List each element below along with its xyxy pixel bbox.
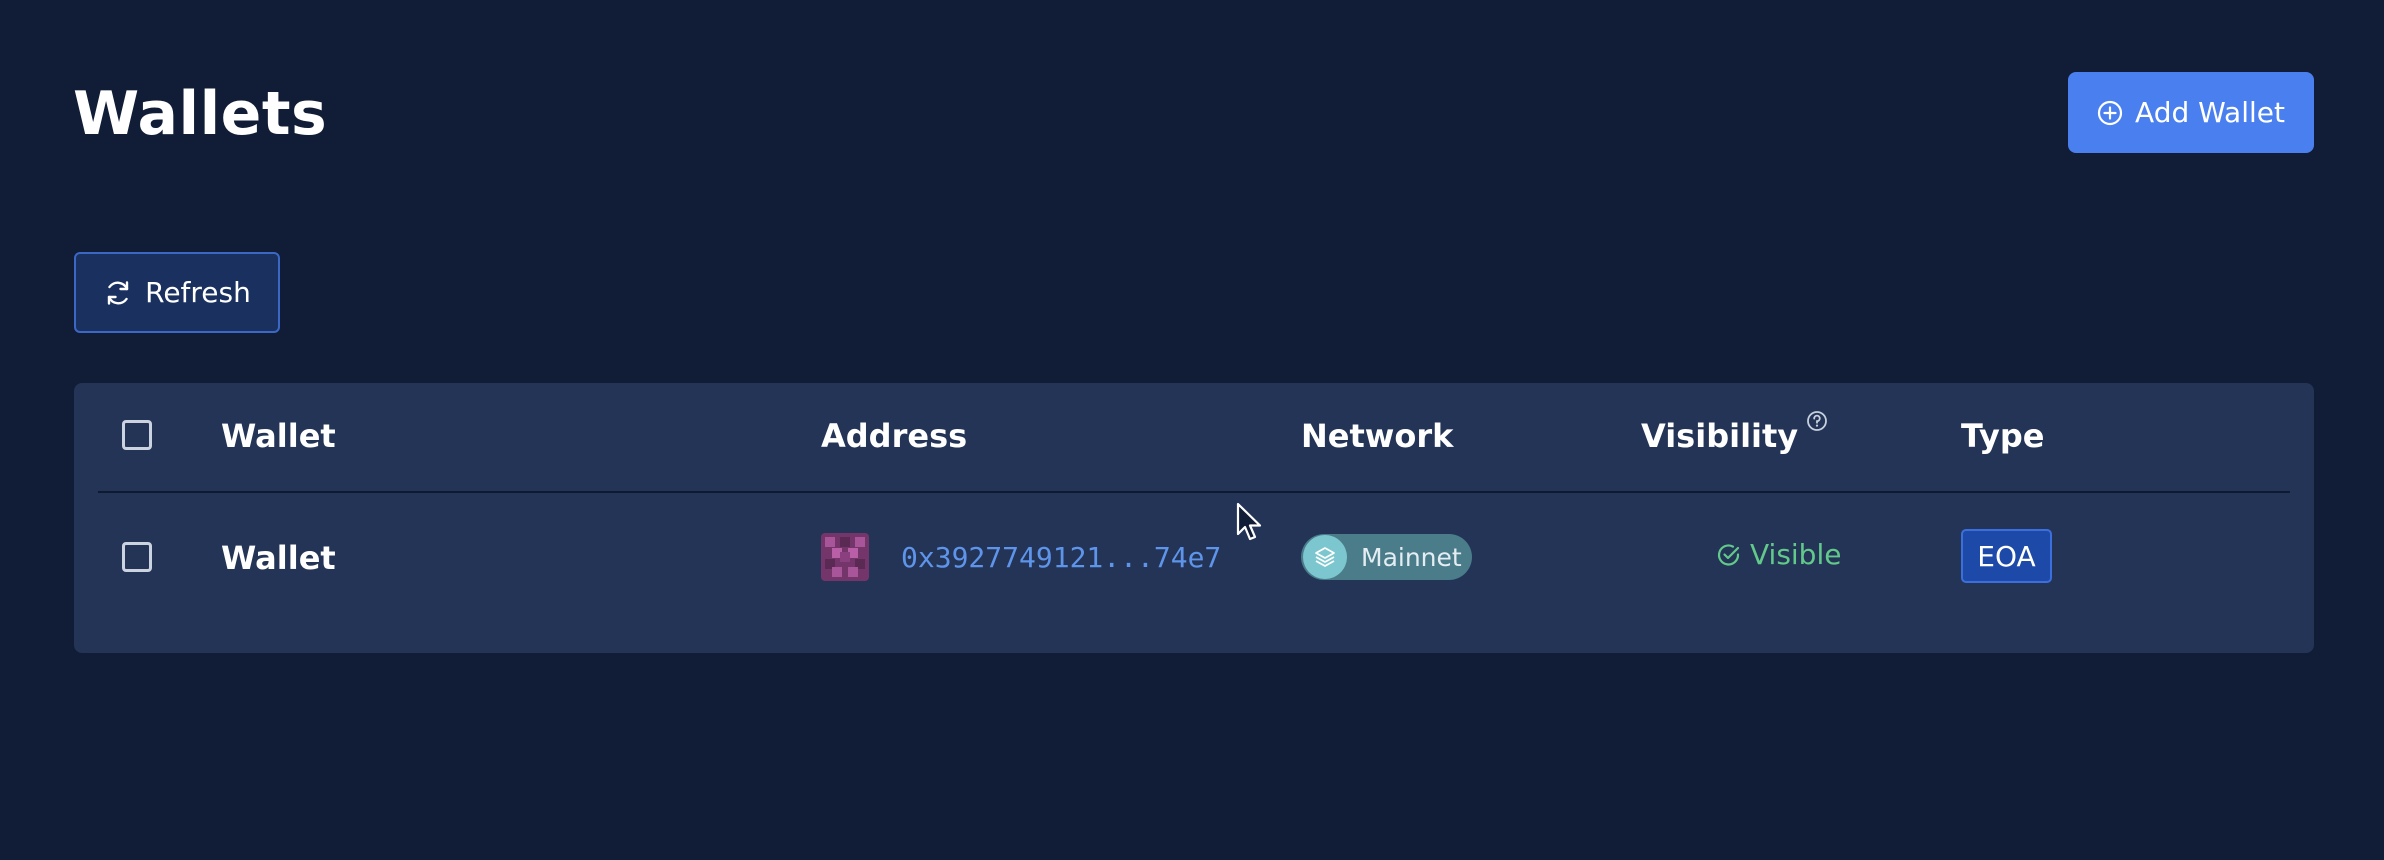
- wallet-type-badge: EOA: [1961, 529, 2052, 583]
- table-row[interactable]: Wallet 0x3927749121...74e7 Mainnet Visib…: [74, 493, 2314, 653]
- column-header-visibility[interactable]: Visibility: [1641, 411, 1828, 456]
- row-checkbox[interactable]: [122, 542, 152, 572]
- wallet-name: Wallet: [221, 539, 336, 577]
- column-header-visibility-label: Visibility: [1641, 417, 1799, 455]
- identicon: [821, 533, 869, 581]
- refresh-button[interactable]: Refresh: [74, 252, 280, 333]
- wallets-table: Wallet Address Network Visibility Type W…: [74, 383, 2314, 653]
- network-label: Mainnet: [1361, 542, 1462, 572]
- mouse-cursor-icon: [1236, 502, 1264, 548]
- wallets-page: Wallets Add Wallet Refresh Wallet Addres…: [0, 0, 2384, 860]
- table-header-row: Wallet Address Network Visibility Type: [74, 383, 2314, 492]
- refresh-icon: [103, 278, 133, 308]
- check-circle-icon: [1716, 542, 1742, 568]
- select-all-checkbox[interactable]: [122, 420, 152, 450]
- layers-icon: [1303, 535, 1347, 579]
- address-cell: 0x3927749121...74e7: [821, 532, 1221, 582]
- column-header-type[interactable]: Type: [1961, 416, 2045, 456]
- refresh-label: Refresh: [145, 276, 251, 309]
- wallet-address-link[interactable]: 0x3927749121...74e7: [901, 541, 1221, 574]
- page-title: Wallets: [73, 79, 328, 149]
- column-header-network[interactable]: Network: [1301, 416, 1453, 456]
- plus-circle-icon: [2097, 100, 2123, 126]
- network-badge: Mainnet: [1301, 534, 1472, 580]
- visibility-status: Visible: [1716, 538, 1841, 571]
- add-wallet-button[interactable]: Add Wallet: [2068, 72, 2314, 153]
- visibility-label: Visible: [1750, 538, 1842, 571]
- add-wallet-label: Add Wallet: [2135, 96, 2285, 129]
- column-header-address[interactable]: Address: [821, 416, 967, 456]
- question-circle-icon[interactable]: [1806, 410, 1828, 432]
- column-header-wallet[interactable]: Wallet: [221, 416, 336, 456]
